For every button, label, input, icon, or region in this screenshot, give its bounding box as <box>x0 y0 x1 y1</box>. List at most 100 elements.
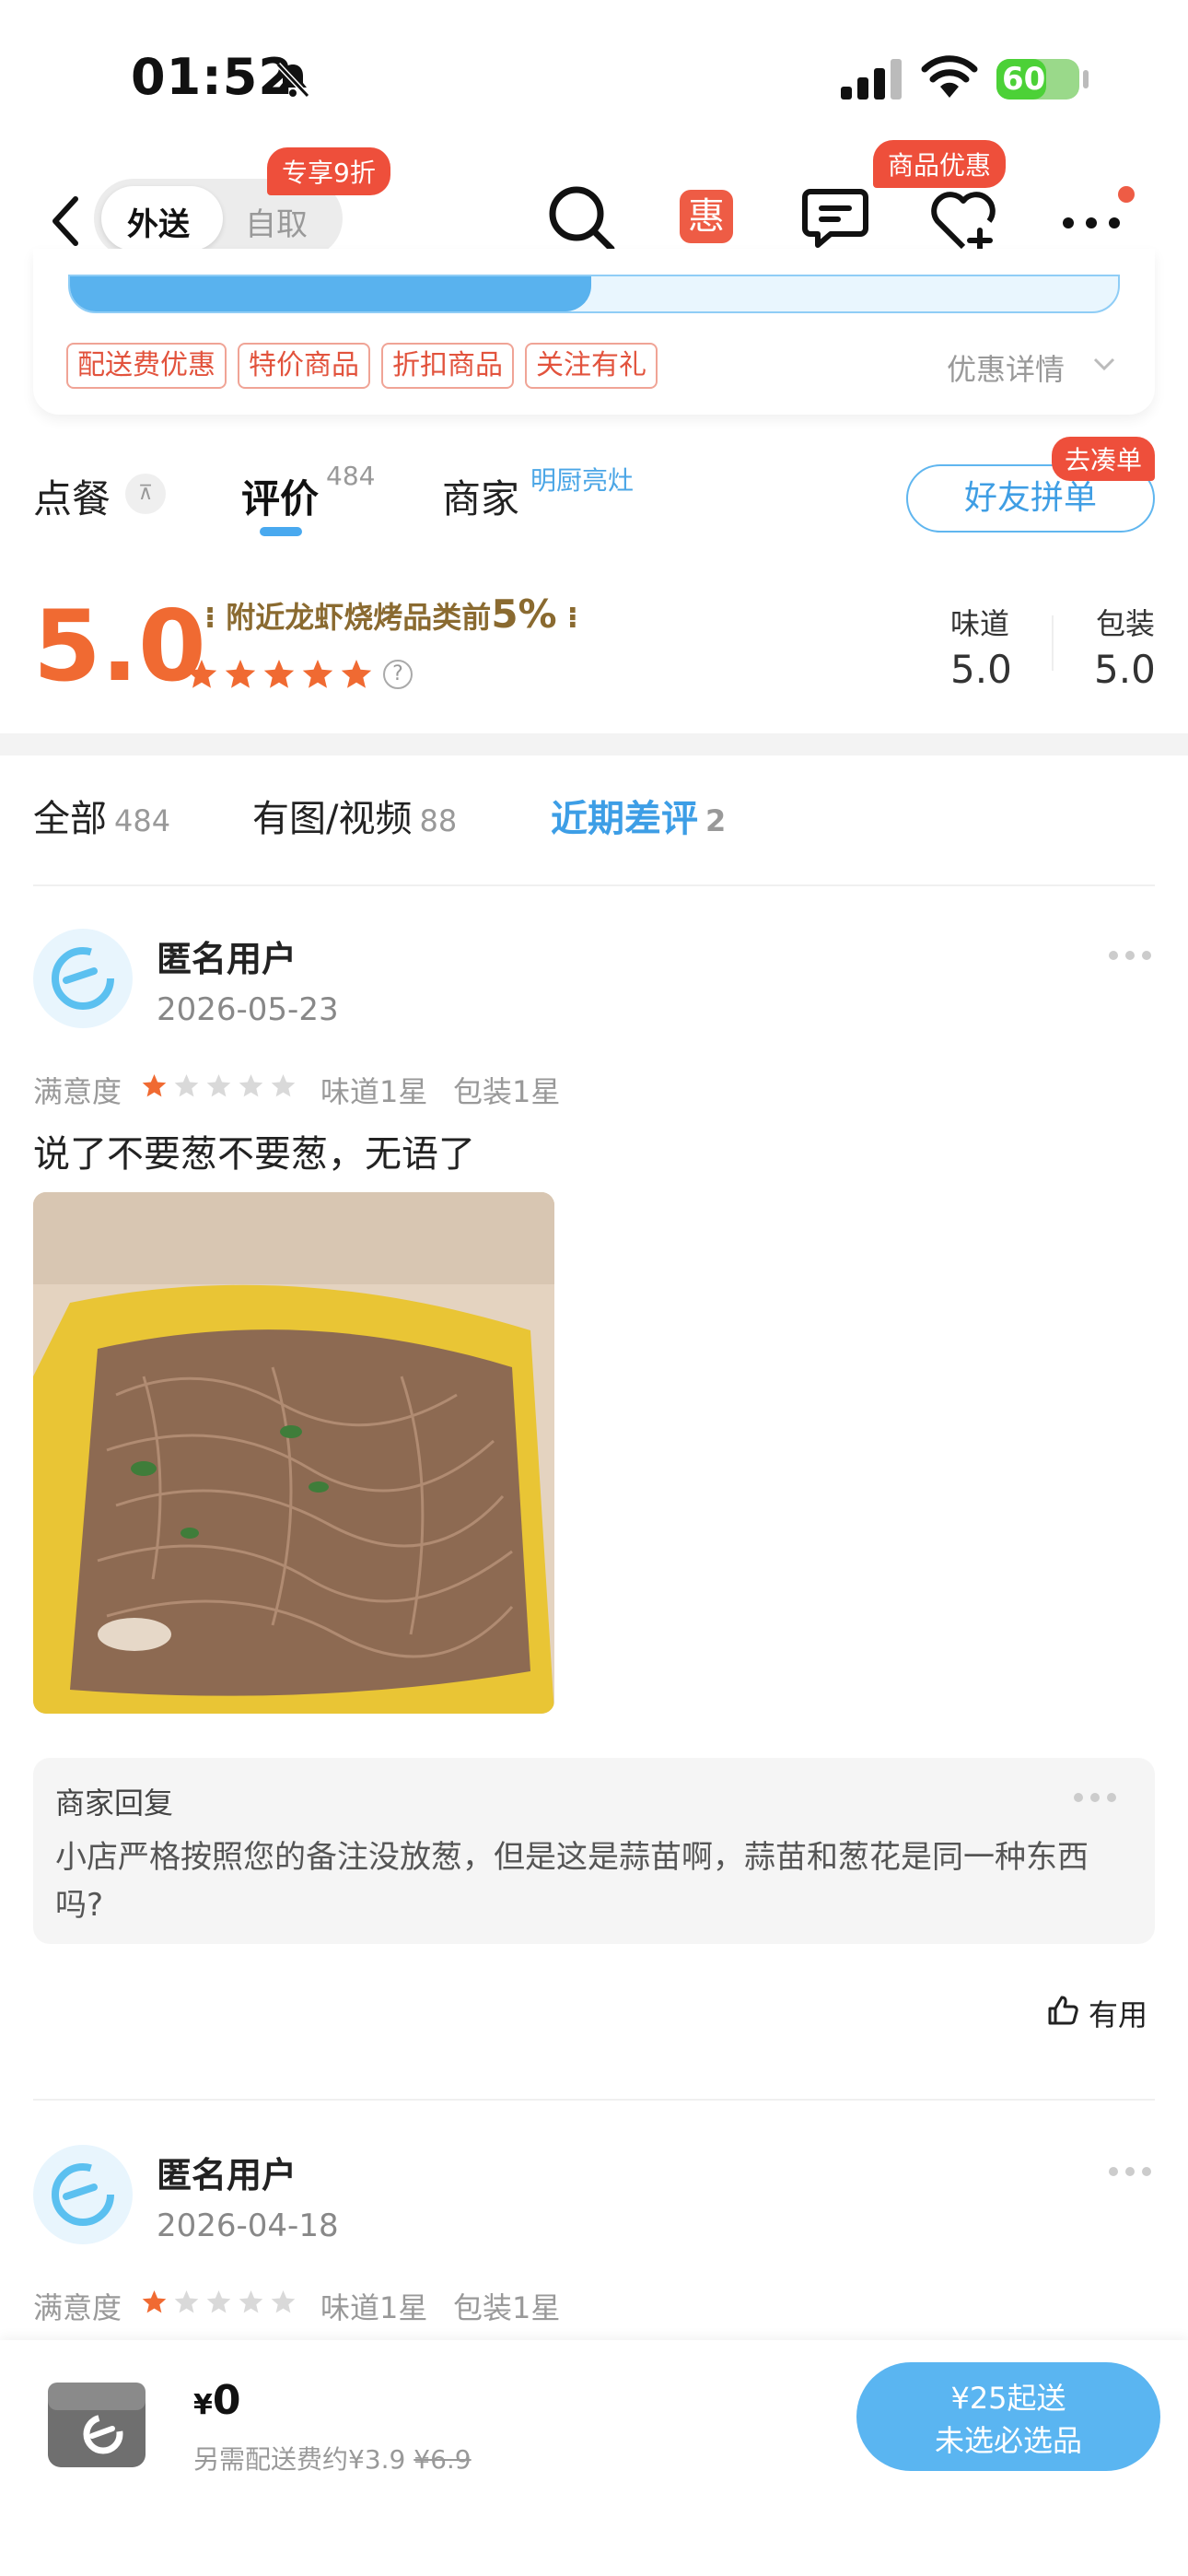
filter-all-count: 484 <box>114 803 171 838</box>
avatar[interactable] <box>33 929 133 1028</box>
filter-negative-label: 近期差评 <box>551 798 698 840</box>
star-filled-icon <box>225 660 256 688</box>
satisfaction-stars <box>142 2290 296 2313</box>
tab-merchant[interactable]: 商家 <box>442 468 519 524</box>
rank-prefix: 附近龙虾烧烤品类前 <box>226 600 492 635</box>
filter-negative-count: 2 <box>705 803 727 838</box>
pack-label: 包装 <box>1096 606 1156 641</box>
review-more-icon[interactable] <box>1107 2165 1153 2178</box>
coupon-tag-special[interactable]: 特价商品 <box>238 343 370 389</box>
mode-promo-tag: 专享9折 <box>267 147 390 195</box>
review-text: 说了不要葱不要葱，无语了 <box>33 1133 475 1176</box>
coupon-tag-delivery[interactable]: 配送费优惠 <box>66 343 227 389</box>
back-arrow-icon[interactable] <box>48 193 85 249</box>
star-empty-icon <box>239 2290 263 2313</box>
discount-hui-icon[interactable]: 惠 <box>680 190 733 243</box>
eleme-logo-icon <box>52 947 114 1010</box>
review-user-name: 匿名用户 <box>157 2155 297 2195</box>
taste-rating: 味道1星 <box>320 2290 428 2325</box>
star-empty-icon <box>206 2290 231 2313</box>
delivery-fee-original: ¥6.9 <box>413 2444 472 2475</box>
satisfaction-label: 满意度 <box>33 2290 122 2325</box>
shopping-bag-icon[interactable] <box>37 2355 157 2475</box>
delivery-fee-text: 另需配送费约¥3.9 <box>193 2444 406 2475</box>
cellular-signal-icon <box>841 59 902 100</box>
reply-more-icon[interactable] <box>1072 1791 1118 1804</box>
coupon-tag-discount[interactable]: 折扣商品 <box>381 343 514 389</box>
thumbs-up-icon[interactable] <box>1046 1994 1079 2027</box>
star-empty-icon <box>271 2290 296 2313</box>
merchant-reply: 商家回复 小店严格按照您的备注没放葱，但是这是蒜苗啊，蒜苗和葱花是同一种东西吗? <box>33 1758 1155 1944</box>
filter-recent-negative[interactable]: 近期差评 2 <box>551 789 726 842</box>
cart-price: 0 <box>212 2377 241 2424</box>
filter-media-count: 88 <box>419 803 458 838</box>
rank-badge: ⁝ 附近龙虾烧烤品类前5% ⁝ <box>204 591 578 637</box>
star-filled-icon <box>186 660 217 688</box>
section-gap <box>0 733 1188 755</box>
review-photo[interactable] <box>33 1192 554 1714</box>
bell-muted-icon <box>275 62 310 99</box>
battery-level-text: 60 <box>1002 61 1046 98</box>
star-empty-icon <box>174 1074 199 1097</box>
min-order-hint: 未选必选品 <box>934 2423 1082 2458</box>
filter-all[interactable]: 全部 484 <box>33 789 170 842</box>
help-icon[interactable]: ? <box>383 660 413 689</box>
delivery-fee: 另需配送费约¥3.9 ¥6.9 <box>193 2440 472 2476</box>
star-filled-icon <box>302 660 333 688</box>
eleme-logo-icon <box>52 2163 114 2226</box>
taste-label: 味道 <box>950 606 1010 641</box>
pack-rating: 包装1星 <box>453 2290 561 2325</box>
mode-pickup-label[interactable]: 自取 <box>245 199 308 244</box>
cart-total: ¥0 <box>193 2377 241 2424</box>
favorite-promo-tag: 商品优惠 <box>873 140 1007 188</box>
search-icon[interactable] <box>545 182 619 256</box>
chevron-down-icon[interactable] <box>1092 356 1116 372</box>
satisfaction-label: 满意度 <box>33 1074 122 1109</box>
filter-all-label: 全部 <box>33 798 107 840</box>
star-filled-icon <box>142 1074 167 1097</box>
coupon-tag-follow[interactable]: 关注有礼 <box>525 343 658 389</box>
tab-reviews[interactable]: 评价 <box>241 468 319 524</box>
promo-card <box>33 249 1155 415</box>
merchant-badge: 明厨亮灶 <box>530 465 635 496</box>
pack-score: 5.0 <box>1094 647 1156 692</box>
laurel-left-icon: ⁝ <box>204 600 227 635</box>
tab-order[interactable]: 点餐 <box>33 468 111 524</box>
avatar[interactable] <box>33 2145 133 2244</box>
filter-media[interactable]: 有图/视频 88 <box>252 789 457 842</box>
overall-rating: 5.0 <box>33 590 206 703</box>
score-divider <box>1052 615 1054 671</box>
delivery-option-bar[interactable] <box>68 275 1120 313</box>
battery-cap <box>1083 70 1089 88</box>
rating-stars <box>186 660 372 688</box>
rank-percent: 5% <box>491 591 557 637</box>
pin-top-icon[interactable]: ⊼ <box>125 474 166 514</box>
useful-button[interactable]: 有用 <box>1089 1992 1147 2034</box>
more-options-icon[interactable] <box>1059 214 1124 232</box>
taste-score: 5.0 <box>950 647 1012 692</box>
star-empty-icon <box>206 1074 231 1097</box>
wifi-icon <box>921 55 978 98</box>
review-more-icon[interactable] <box>1107 949 1153 962</box>
min-order-button[interactable]: ¥25起送 未选必选品 <box>856 2362 1160 2471</box>
status-time: 01:52 <box>131 48 294 106</box>
active-tab-indicator <box>260 527 302 536</box>
review-date: 2026-04-18 <box>157 2207 339 2244</box>
pack-rating: 包装1星 <box>453 1074 561 1109</box>
favorite-add-icon[interactable] <box>928 188 998 252</box>
battery-indicator: 60 <box>996 59 1079 100</box>
review-date: 2026-05-23 <box>157 991 339 1028</box>
message-icon[interactable] <box>801 184 869 252</box>
delivery-option-active <box>70 276 591 311</box>
review-user-name: 匿名用户 <box>157 939 297 979</box>
star-empty-icon <box>271 1074 296 1097</box>
review-divider <box>33 2099 1155 2101</box>
group-order-tag: 去凑单 <box>1052 437 1156 481</box>
reviews-count: 484 <box>326 461 376 491</box>
star-filled-icon <box>142 2290 167 2313</box>
currency-symbol: ¥ <box>193 2389 213 2421</box>
mode-delivery-label[interactable]: 外送 <box>127 199 190 244</box>
promo-detail-link[interactable]: 优惠详情 <box>947 346 1065 389</box>
star-filled-icon <box>263 660 295 688</box>
satisfaction-stars <box>142 1074 296 1097</box>
